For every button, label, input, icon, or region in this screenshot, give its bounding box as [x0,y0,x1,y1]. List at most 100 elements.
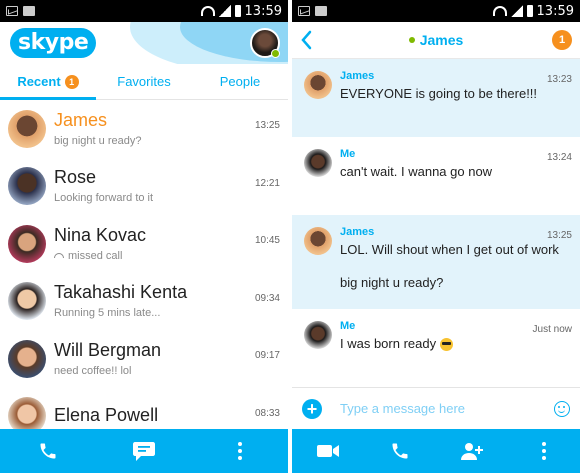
avatar [8,109,46,148]
online-status-icon [271,49,280,58]
message-composer: + [292,387,580,429]
gmail-notification-icon [6,6,18,16]
contact-name: Takahashi Kenta [54,282,188,303]
add-participant-button[interactable] [436,429,508,473]
message-list: James 13:23 EVERYONE is going to be ther… [292,59,580,385]
contact-time: 08:33 [254,407,280,419]
tab-recent-label: Recent [17,74,61,89]
emoticon-button[interactable] [554,400,570,417]
chat-action-bar [292,429,580,473]
avatar [304,149,332,177]
contact-name: James [54,109,108,130]
overflow-menu-button[interactable] [508,429,580,473]
contact-item-elena-powell[interactable]: Elena Powell 08:33 [0,388,288,431]
missed-call-label: missed call [68,249,123,262]
home-screen: 13:59 skype Recent 1 Favorites People Ja… [0,0,288,473]
tab-favorites[interactable]: Favorites [96,64,192,99]
battery-icon [526,5,533,17]
add-person-icon [461,443,483,460]
contact-item-james[interactable]: James big night u ready? 13:25 [0,100,288,158]
tab-people[interactable]: People [192,64,288,99]
chevron-left-icon [301,30,312,50]
contact-item-nina-kovac[interactable]: Nina Kovac missed call 10:45 [0,215,288,273]
add-attachment-button[interactable]: + [302,398,322,419]
contact-last-message: big night u ready? [54,134,142,147]
message-item[interactable]: Me Just now I was born ready [292,309,580,385]
tab-favorites-label: Favorites [117,74,171,89]
missed-call-icon [54,253,64,259]
avatar [304,71,332,99]
gmail-notification-icon [298,6,310,16]
avatar [304,321,332,349]
more-vert-icon [542,442,546,460]
avatar [8,224,46,263]
contact-time: 09:17 [254,350,280,361]
signal-icon [218,5,231,17]
voice-call-button[interactable] [364,429,436,473]
message-text-content: I was born ready [340,336,437,351]
home-tabs: Recent 1 Favorites People [0,64,288,100]
message-time: 13:24 [546,152,572,163]
screenshot: 13:59 skype Recent 1 Favorites People Ja… [0,0,580,473]
chat-header: James 1 [292,22,580,59]
message-sender: Me [340,148,356,160]
avatar [8,282,46,321]
overflow-menu-button[interactable] [192,429,288,473]
battery-icon [234,5,241,17]
contact-last-message: need coffee!! lol [54,364,132,377]
message-text: I was born ready [340,335,570,352]
message-time: Just now [532,324,572,335]
recent-contact-list: James big night u ready? 13:25 Rose Look… [0,100,288,431]
message-time: 13:23 [546,74,572,85]
download-notification-icon [23,6,35,16]
contact-time: 12:21 [254,177,280,189]
message-item[interactable]: Me 13:24 can't wait. I wanna go now [292,137,580,215]
message-sender: James [340,226,375,238]
avatar [8,397,46,431]
message-item[interactable]: James 13:25 LOL. Will shout when I get o… [292,215,580,309]
contact-item-takahashi-kenta[interactable]: Takahashi Kenta Running 5 mins late... 0… [0,273,288,331]
status-time: 13:59 [244,3,282,19]
status-bar: 13:59 [292,0,580,22]
online-status-icon [408,37,415,43]
contact-time: 13:25 [254,120,280,131]
video-call-button[interactable] [292,429,364,473]
chat-contact-name: James [419,32,464,48]
contact-name: Nina Kovac [54,224,147,245]
download-notification-icon [315,6,327,16]
message-sender: James [340,70,375,82]
status-time: 13:59 [536,3,574,19]
contact-time: 10:45 [254,235,280,246]
unread-badge[interactable]: 1 [552,30,572,50]
signal-icon [510,5,523,17]
contact-time: 09:34 [254,292,280,304]
avatar [8,339,46,378]
contact-last-message: Looking forward to it [54,192,154,205]
chat-title[interactable]: James [408,32,464,48]
phone-icon [40,443,56,459]
contact-last-message: Running 5 mins late... [54,307,161,320]
message-item[interactable]: James 13:23 EVERYONE is going to be ther… [292,59,580,137]
contact-last-message: missed call [54,248,280,264]
call-button[interactable] [0,429,96,473]
skype-logo: skype [10,28,97,58]
tab-people-label: People [219,74,261,89]
wifi-icon [200,6,215,16]
my-profile-avatar[interactable] [250,28,280,58]
sunglasses-emoji-icon [439,338,453,352]
avatar [304,227,332,255]
avatar [8,167,46,206]
message-text: LOL. Will shout when I get out of work [340,242,559,257]
message-text: EVERYONE is going to be there!!! [340,86,538,101]
contact-name: Will Bergman [54,339,162,360]
video-camera-icon [317,445,339,457]
message-text: can't wait. I wanna go now [340,164,493,179]
contact-item-rose[interactable]: Rose Looking forward to it 12:21 [0,158,288,216]
tab-recent[interactable]: Recent 1 [0,64,96,100]
recent-unread-badge: 1 [64,74,79,89]
new-message-button[interactable] [96,429,192,473]
home-action-bar [0,429,288,473]
back-button[interactable] [300,30,312,53]
message-input[interactable] [340,401,554,416]
contact-item-will-bergman[interactable]: Will Bergman need coffee!! lol 09:17 [0,330,288,388]
